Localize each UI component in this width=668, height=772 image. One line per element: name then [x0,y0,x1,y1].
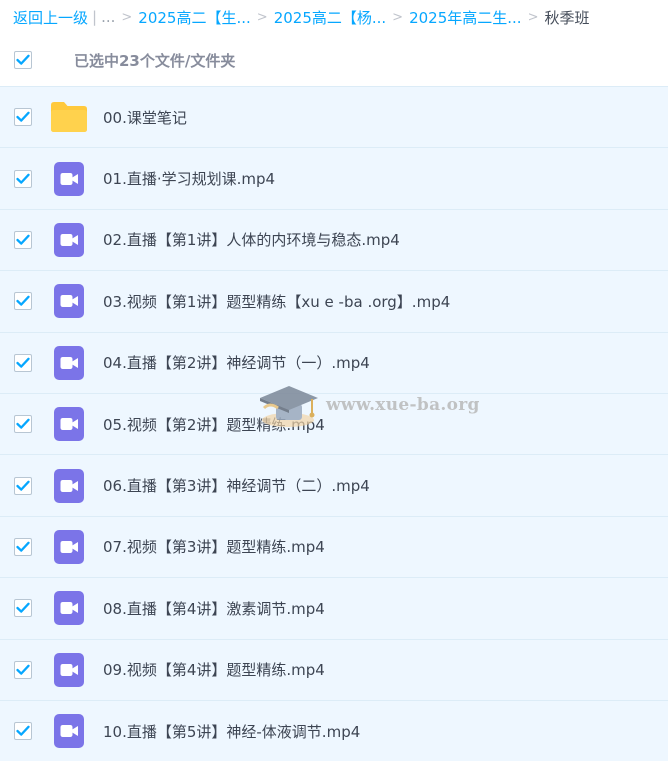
breadcrumb-ellipsis[interactable]: ... [101,8,115,26]
checkmark-icon [16,725,30,736]
checkmark-icon [16,480,30,491]
breadcrumb-item[interactable]: 2025高二【杨... [274,7,386,28]
folder-icon [50,98,88,136]
file-row[interactable]: 00.课堂笔记 [0,86,668,148]
file-row[interactable]: 01.直播·学习规划课.mp4 [0,147,668,209]
checkmark-icon [16,296,30,307]
file-name[interactable]: 03.视频【第1讲】题型精练【xu e -ba .org】.mp4 [103,291,450,312]
file-name[interactable]: 07.视频【第3讲】题型精练.mp4 [103,536,325,557]
file-checkbox[interactable] [14,230,32,249]
file-name[interactable]: 01.直播·学习规划课.mp4 [103,168,275,189]
back-link[interactable]: 返回上一级 [13,7,88,28]
video-icon [50,712,88,750]
file-checkbox[interactable] [14,599,32,618]
checkmark-icon [16,173,30,184]
file-row[interactable]: 05.视频【第2讲】题型精练.mp4 [0,392,668,455]
chevron-right-icon: > [256,9,268,25]
file-name[interactable]: 09.视频【第4讲】题型精练.mp4 [103,659,325,680]
checkmark-icon [16,664,30,675]
selection-bar: 已选中23个文件/文件夹 [0,34,668,86]
file-checkbox[interactable] [14,108,32,127]
breadcrumb-divider: | [92,8,98,26]
checkmark-icon [16,541,30,552]
file-browser: 返回上一级 | ... > 2025高二【生... > 2025高二【杨... … [0,0,668,772]
file-list: 00.课堂笔记 01.直播·学习规划课.mp4 02.直播【第1讲】人体的内环境与稳… [0,86,668,762]
file-row[interactable]: 02.直播【第1讲】人体的内环境与稳态.mp4 [0,208,668,271]
video-icon [50,651,88,689]
file-name[interactable]: 00.课堂笔记 [103,107,187,128]
video-icon [50,344,88,382]
breadcrumb-item[interactable]: 2025年高二生... [409,7,521,28]
file-checkbox[interactable] [14,660,32,679]
chevron-right-icon: > [121,9,133,25]
breadcrumb: 返回上一级 | ... > 2025高二【生... > 2025高二【杨... … [0,0,668,34]
file-checkbox[interactable] [14,415,32,434]
video-icon [50,589,88,627]
checkmark-icon [16,357,30,368]
file-checkbox[interactable] [14,476,32,495]
breadcrumb-current: 秋季班 [544,8,590,27]
file-row[interactable]: 04.直播【第2讲】神经调节（一）.mp4 [0,331,668,393]
selection-count: 已选中23个文件/文件夹 [74,51,236,70]
video-icon [50,467,88,505]
video-icon [50,282,88,320]
file-name[interactable]: 04.直播【第2讲】神经调节（一）.mp4 [103,352,370,373]
video-icon [50,405,88,443]
chevron-right-icon: > [392,9,404,25]
file-name[interactable]: 02.直播【第1讲】人体的内环境与稳态.mp4 [103,229,400,250]
file-row[interactable]: 10.直播【第5讲】神经-体液调节.mp4 [0,699,668,762]
video-icon [50,221,88,259]
file-name[interactable]: 05.视频【第2讲】题型精练.mp4 [103,414,325,435]
file-name[interactable]: 10.直播【第5讲】神经-体液调节.mp4 [103,721,360,742]
breadcrumb-item[interactable]: 2025高二【生... [138,7,250,28]
file-name[interactable]: 08.直播【第4讲】激素调节.mp4 [103,598,325,619]
file-checkbox[interactable] [14,537,32,556]
file-checkbox[interactable] [14,722,32,741]
file-checkbox[interactable] [14,169,32,188]
file-checkbox[interactable] [14,353,32,372]
chevron-right-icon: > [527,9,539,25]
checkmark-icon [16,418,30,429]
file-row[interactable]: 06.直播【第3讲】神经调节（二）.mp4 [0,454,668,516]
checkmark-icon [16,111,30,122]
checkmark-icon [16,234,30,245]
checkmark-icon [16,54,30,65]
video-icon [50,160,88,198]
video-icon [50,528,88,566]
file-checkbox[interactable] [14,292,32,311]
file-row[interactable]: 09.视频【第4讲】题型精练.mp4 [0,638,668,700]
select-all-checkbox[interactable] [14,51,32,69]
file-row[interactable]: 03.视频【第1讲】题型精练【xu e -ba .org】.mp4 [0,270,668,332]
file-row[interactable]: 08.直播【第4讲】激素调节.mp4 [0,577,668,639]
file-name[interactable]: 06.直播【第3讲】神经调节（二）.mp4 [103,475,370,496]
file-row[interactable]: 07.视频【第3讲】题型精练.mp4 [0,515,668,578]
checkmark-icon [16,602,30,614]
